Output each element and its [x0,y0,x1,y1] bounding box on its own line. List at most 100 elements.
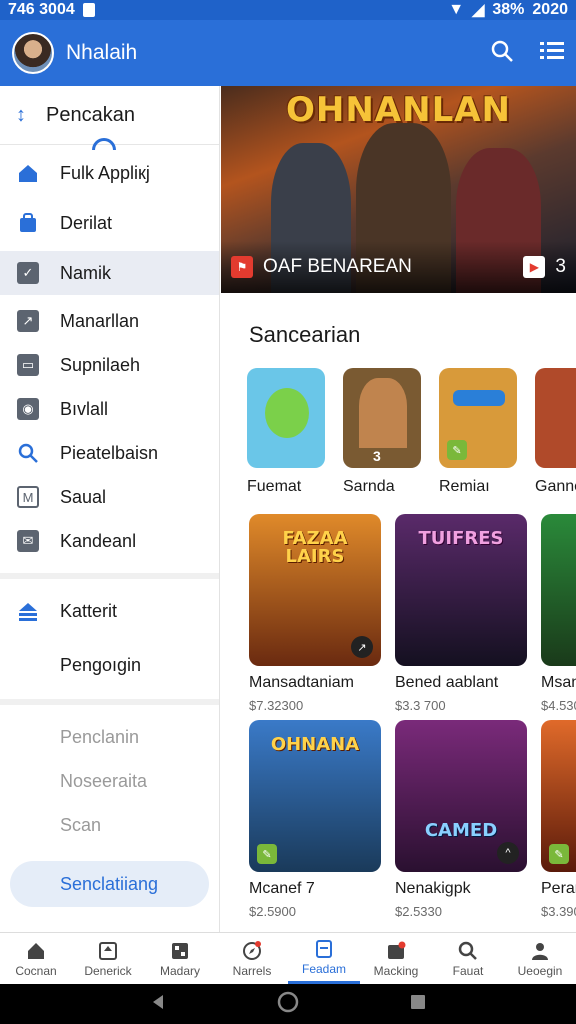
bottom-nav-item-2[interactable]: Madary [144,933,216,984]
notification-icon [82,3,95,17]
sidebar-subitem-1[interactable]: Noseeraita [0,759,219,803]
game-thumbnail: CAMED ^ [395,720,527,872]
game-thumbnail: TUIFRES [395,514,527,666]
app-label: Ganne [535,478,576,495]
sidebar-item-label: Namik [60,262,112,283]
bottom-nav-label: Madary [159,963,200,978]
bottom-nav-label: Feadam [301,962,347,976]
app-label: Sarnda [343,478,395,495]
game-price: $4.5300 [541,698,576,713]
bottom-nav-item-7[interactable]: Ueoegin [504,933,576,984]
sidebar-item-label: Pengoıgin [60,654,142,675]
bottom-nav-label: Ueoegin [517,963,563,978]
game-thumbnail: FAZAA LAIRS ↗ [249,514,381,666]
game-price: $2.5900 [249,904,296,919]
chart-icon: ↗ [16,309,40,333]
recents-icon[interactable] [409,993,427,1016]
game-card[interactable]: Msanl $4.5300 [541,514,576,713]
game-price: $3.3 700 [395,698,446,713]
game-title: Peram [541,880,576,897]
sidebar-item-4[interactable]: ▭ Supnilaeh [0,343,219,387]
game-title: Mcanef 7 [249,880,315,897]
game-card[interactable]: FAZAA LAIRS ↗ Mansadtaniam $7.32300 [249,514,381,713]
sidebar-item-label: Fulk Appliкj [60,162,150,183]
game-card[interactable]: ✎ Peram $3.390 [541,720,576,919]
sidebar-item-label: Pieatelbaisn [60,442,159,463]
app-bar: Nhalaih [0,20,576,86]
bottom-nav: Cocnan Denerick Madary Narrels Feadam Ma… [0,932,576,984]
game-title: Nenakigpk [395,880,471,897]
search-icon [16,441,40,465]
bottom-nav-item-6[interactable]: Fauat [432,933,504,984]
sidebar-item-5[interactable]: ◉ Bıvlall [0,387,219,431]
sidebar-section-katterit[interactable]: Katterit [0,583,219,639]
game-badge-icon: ✎ [549,844,569,864]
sidebar-item-label: Kandeanl [60,530,137,551]
document-icon [313,938,335,960]
search-icon [457,940,479,962]
sidebar-item-label: Katterit [60,600,118,621]
bottom-nav-item-1[interactable]: Denerick [72,933,144,984]
sidebar-item-1[interactable]: Derilat [0,201,219,245]
game-badge-icon: ✎ [257,844,277,864]
avatar[interactable] [12,32,54,74]
sidebar-item-8[interactable]: ✉ Kandeanl [0,519,219,563]
app-tile[interactable]: Fuemat [247,368,331,496]
game-price: $3.390 [541,904,576,919]
system-nav-bar [0,984,576,1024]
bottom-nav-label: Narrels [232,963,272,978]
bottom-nav-item-4[interactable]: Feadam [288,933,360,984]
sort-icon: ↕ [16,103,26,126]
game-title: Mansadtaniam [249,674,354,691]
app-thumbnail: 3 [343,368,421,468]
home-icon [16,161,40,185]
sidebar-subitem-label: Noseeraita [60,770,148,791]
bottom-nav-label: Denerick [84,963,132,978]
sidebar-header[interactable]: ↕ Pencakan [0,86,219,150]
app-title: Nhalaih [66,41,138,64]
back-icon[interactable] [149,993,167,1016]
app-tile[interactable]: ✎ Remiaı [439,368,523,496]
search-icon[interactable] [490,39,514,68]
sidebar-subitem-label: Scan [60,814,102,835]
wifi-icon: ▼ [448,1,465,18]
bottom-nav-item-3[interactable]: Narrels [216,933,288,984]
sidebar-item-label: Saual [60,486,107,507]
game-thumbnail [541,514,576,666]
upload-icon [16,599,40,623]
game-card[interactable]: TUIFRES Bened aablant $3.3 700 [395,514,527,713]
sidebar-subitem-0[interactable]: Penclanin [0,715,219,759]
bottom-nav-item-0[interactable]: Cocnan [0,933,72,984]
sidebar-pill-button[interactable]: Senclatiiang [10,861,209,907]
app-tile[interactable]: 3 Sarnda [343,368,427,496]
chevron-up-icon[interactable] [92,138,116,150]
sidebar-subitem-label: Penclanin [60,726,140,747]
sidebar-item-0[interactable]: Fulk Appliкj [0,151,219,195]
sidebar-item-2[interactable]: ✓ Namik [0,251,219,295]
app-label: Remiaı [439,478,490,495]
sidebar-subitem-2[interactable]: Scan [0,803,219,847]
play-icon[interactable]: ▶ [523,256,546,278]
app-tile[interactable]: Ganne [535,368,576,496]
home-circle-icon[interactable] [277,991,299,1018]
game-card[interactable]: CAMED ^ Nenakigpk $2.5330 [395,720,527,919]
app-badge-icon: ✎ [447,440,467,460]
sidebar-item-pengoigin[interactable]: Pengoıgin [0,639,219,691]
bottom-nav-label: Fauat [452,963,484,978]
game-price: $7.32300 [249,698,304,713]
bottom-nav-item-5[interactable]: Macking [360,933,432,984]
sidebar-item-6[interactable]: Pieatelbaisn [0,431,219,475]
game-badge-icon: ^ [497,842,519,864]
card-row: FAZAA LAIRS ↗ Mansadtaniam $7.32300 TUIFR… [249,514,576,713]
sidebar-item-3[interactable]: ↗ Manarllan [0,299,219,343]
sidebar-item-7[interactable]: M Saual [0,475,219,519]
card-row: OHNANA ✎ Mcanef 7 $2.5900 CAMED ^ Nenakigp… [249,720,576,919]
game-card[interactable]: OHNANA ✎ Mcanef 7 $2.5900 [249,720,381,919]
section-title: Sancearian [249,322,361,347]
app-thumbnail: ✎ [439,368,517,468]
featured-banner[interactable]: OHNANLAN ⚑ OAF BENAREAN ▶ 3 [221,86,576,293]
menu-list-icon[interactable] [540,40,564,67]
bag-icon [16,211,40,235]
divider [0,573,219,579]
sidebar-item-label: Manarllan [60,310,140,331]
